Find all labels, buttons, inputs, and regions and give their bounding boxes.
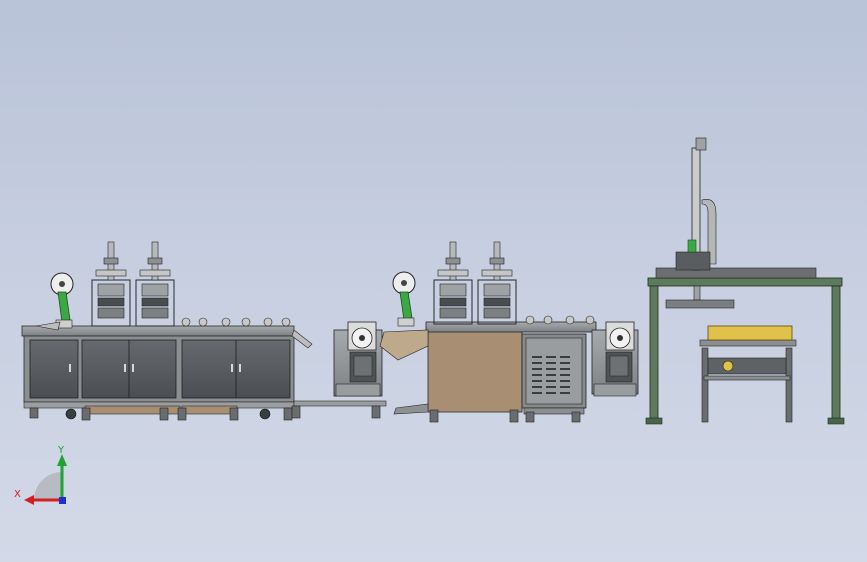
left-press-station	[21, 241, 387, 421]
gantry-roller-frame	[699, 325, 797, 423]
electrical-cabinet	[521, 333, 587, 423]
y-axis-label: Y	[57, 445, 65, 456]
x-axis-label: X	[14, 489, 21, 500]
yellow-roller	[707, 325, 793, 341]
z-axis-marker	[59, 497, 66, 504]
cad-viewport[interactable]: Y X	[0, 0, 867, 562]
gantry-frame	[645, 137, 845, 425]
assembly-drawing: Y X	[14, 137, 845, 505]
wood-cabinet	[427, 329, 523, 413]
press-head	[477, 241, 517, 325]
axis-triad: Y X	[14, 445, 67, 505]
green-feeder-arm	[57, 291, 71, 323]
press-head	[433, 241, 473, 325]
gantry-leg	[831, 285, 841, 423]
press-head	[91, 241, 131, 327]
left-winder-unit	[333, 321, 383, 397]
press-head	[135, 241, 175, 327]
right-winder-unit	[591, 321, 639, 397]
gantry-leg	[649, 285, 659, 423]
guide-rollers	[181, 317, 291, 327]
green-feeder-arm	[399, 291, 413, 321]
